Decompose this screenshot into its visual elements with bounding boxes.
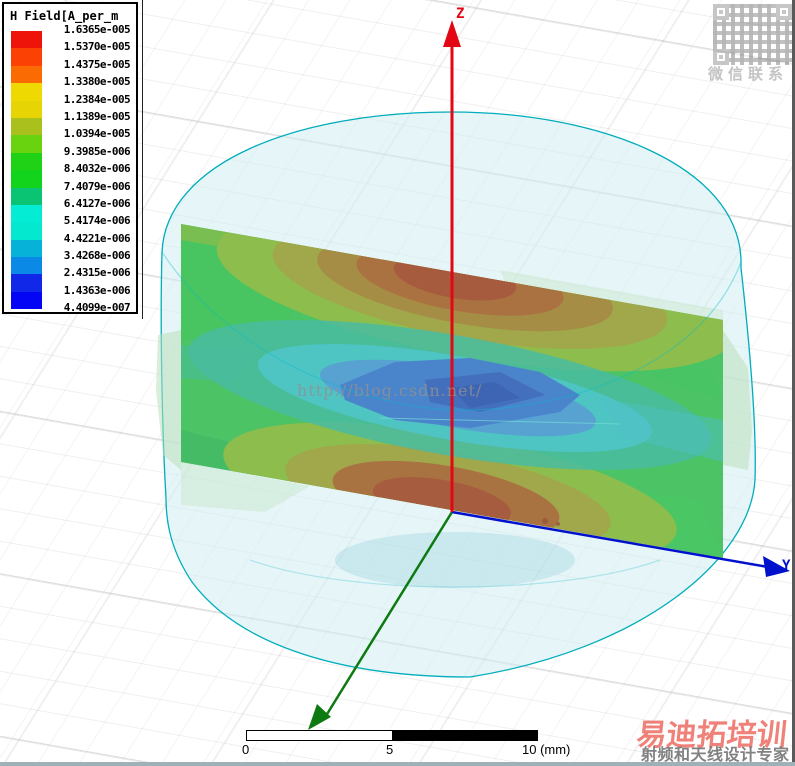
legend-value: 1.4363e-006 — [63, 283, 131, 297]
legend-color-band — [11, 239, 42, 258]
legend-color-band — [11, 274, 42, 292]
scale-bar: 0 5 10 (mm) — [242, 730, 570, 757]
z-axis-label: Z — [456, 6, 464, 22]
window-bottom-border — [0, 762, 795, 766]
legend-value: 1.5370e-005 — [63, 40, 131, 54]
qr-finder-icon — [776, 4, 792, 20]
legend-values: 1.6365e-005 1.5370e-005 1.4375e-005 1.3380e… — [63, 23, 131, 319]
field-legend: H Field[A_per_m 1.6365e-005 1.5370e-005 1.… — [2, 2, 138, 314]
legend-value: 9.3985e-006 — [63, 144, 131, 158]
qr-caption: 微信联系 — [708, 66, 789, 83]
qr-finder-icon — [713, 4, 729, 20]
legend-value: 1.4375e-005 — [63, 57, 131, 71]
legend-color-band — [11, 187, 42, 205]
hfss-3d-viewport[interactable]: Y Z http://blog.csdn.net/ H Field[A_per_… — [0, 0, 795, 766]
legend-value: 1.3380e-005 — [63, 75, 131, 89]
legend-value: 1.2384e-005 — [63, 92, 131, 106]
floor-field-tint — [335, 532, 575, 588]
scale-bar-black-half — [392, 731, 537, 740]
legend-color-band — [11, 48, 42, 66]
legend-color-band — [11, 83, 42, 101]
scale-tick-0: 0 — [242, 742, 250, 757]
legend-value: 4.4221e-006 — [63, 231, 131, 245]
legend-color-band — [11, 170, 42, 188]
y-axis-label: Y — [782, 558, 791, 574]
legend-value: 8.4032e-006 — [63, 162, 131, 176]
scale-tick-10: 10 (mm) — [522, 742, 571, 757]
legend-colorbar — [11, 31, 42, 310]
legend-color-band — [11, 152, 42, 171]
legend-value: 6.4127e-006 — [63, 196, 131, 210]
legend-color-band — [11, 257, 42, 275]
x-axis-arrow-icon — [308, 704, 331, 730]
csdn-watermark: http://blog.csdn.net/ — [297, 381, 483, 400]
legend-color-band — [11, 117, 42, 136]
qr-code-watermark — [713, 4, 792, 65]
legend-value: 1.6365e-005 — [63, 23, 131, 36]
legend-value: 5.4174e-006 — [63, 214, 131, 228]
legend-color-band — [11, 31, 42, 49]
legend-value: 7.4079e-006 — [63, 179, 131, 193]
legend-value: 1.0394e-005 — [63, 127, 131, 141]
scale-tick-5: 5 — [386, 742, 394, 757]
legend-value: 1.1389e-005 — [63, 109, 131, 123]
scale-bar-graphic — [246, 730, 538, 741]
legend-value: 3.4268e-006 — [63, 249, 131, 263]
legend-title: H Field[A_per_m — [10, 9, 119, 23]
legend-edge-line — [142, 0, 143, 319]
legend-color-band — [11, 204, 42, 223]
legend-value: 4.4099e-007 — [63, 301, 131, 315]
legend-color-band — [11, 100, 42, 118]
legend-color-band — [11, 135, 42, 153]
legend-color-band — [11, 222, 42, 240]
legend-color-band — [11, 291, 42, 310]
z-axis-arrow-icon — [443, 20, 461, 47]
legend-value: 2.4315e-006 — [63, 266, 131, 280]
legend-color-band — [11, 65, 42, 84]
